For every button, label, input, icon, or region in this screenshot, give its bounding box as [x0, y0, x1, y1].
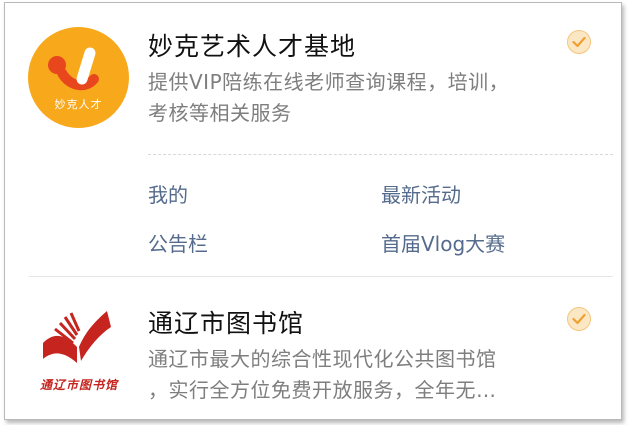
- check-badge-icon: [567, 30, 591, 54]
- library-book-icon: [43, 311, 111, 363]
- account-description: 提供VIP陪练在线老师查询课程，培训， 考核等相关服务: [148, 67, 588, 129]
- check-badge-icon: [567, 307, 591, 331]
- account-title[interactable]: 妙克艺术人才基地: [148, 27, 356, 63]
- account-description: 通辽市最大的综合性现代化公共图书馆 ，实行全方位免费开放服务，全年无…: [148, 344, 588, 406]
- description-line: 考核等相关服务: [148, 101, 292, 125]
- account-card-library[interactable]: 通辽市图书馆 通辽市图书馆 通辽市最大的综合性现代化公共图书馆 ，实行全方位免费…: [5, 278, 621, 419]
- menu-link-mine[interactable]: 我的: [148, 179, 188, 208]
- miaoke-logo: 妙克人才: [28, 27, 129, 128]
- account-list: 妙克人才 妙克艺术人才基地 提供VIP陪练在线老师查询课程，培训， 考核等相关服…: [4, 2, 622, 420]
- miaoke-logo-text: 妙克人才: [54, 98, 103, 111]
- description-line: ，实行全方位免费开放服务，全年无…: [148, 378, 497, 402]
- account-card-miaoke[interactable]: 妙克人才 妙克艺术人才基地 提供VIP陪练在线老师查询课程，培训， 考核等相关服…: [5, 3, 621, 276]
- description-line: 提供VIP陪练在线老师查询课程，培训，: [148, 70, 510, 94]
- library-logo-text: 通辽市图书馆: [39, 378, 118, 392]
- library-logo: 通辽市图书馆: [33, 303, 125, 399]
- menu-link-vlog-contest[interactable]: 首届Vlog大赛: [381, 228, 505, 257]
- card-separator: [29, 276, 613, 277]
- menu-divider: [148, 154, 613, 155]
- description-line: 通辽市最大的综合性现代化公共图书馆: [148, 347, 497, 371]
- menu-link-latest-events[interactable]: 最新活动: [381, 179, 461, 208]
- menu-link-bulletin[interactable]: 公告栏: [148, 228, 208, 257]
- miaoke-logo-mark-icon: [48, 47, 99, 91]
- account-title[interactable]: 通辽市图书馆: [148, 304, 304, 340]
